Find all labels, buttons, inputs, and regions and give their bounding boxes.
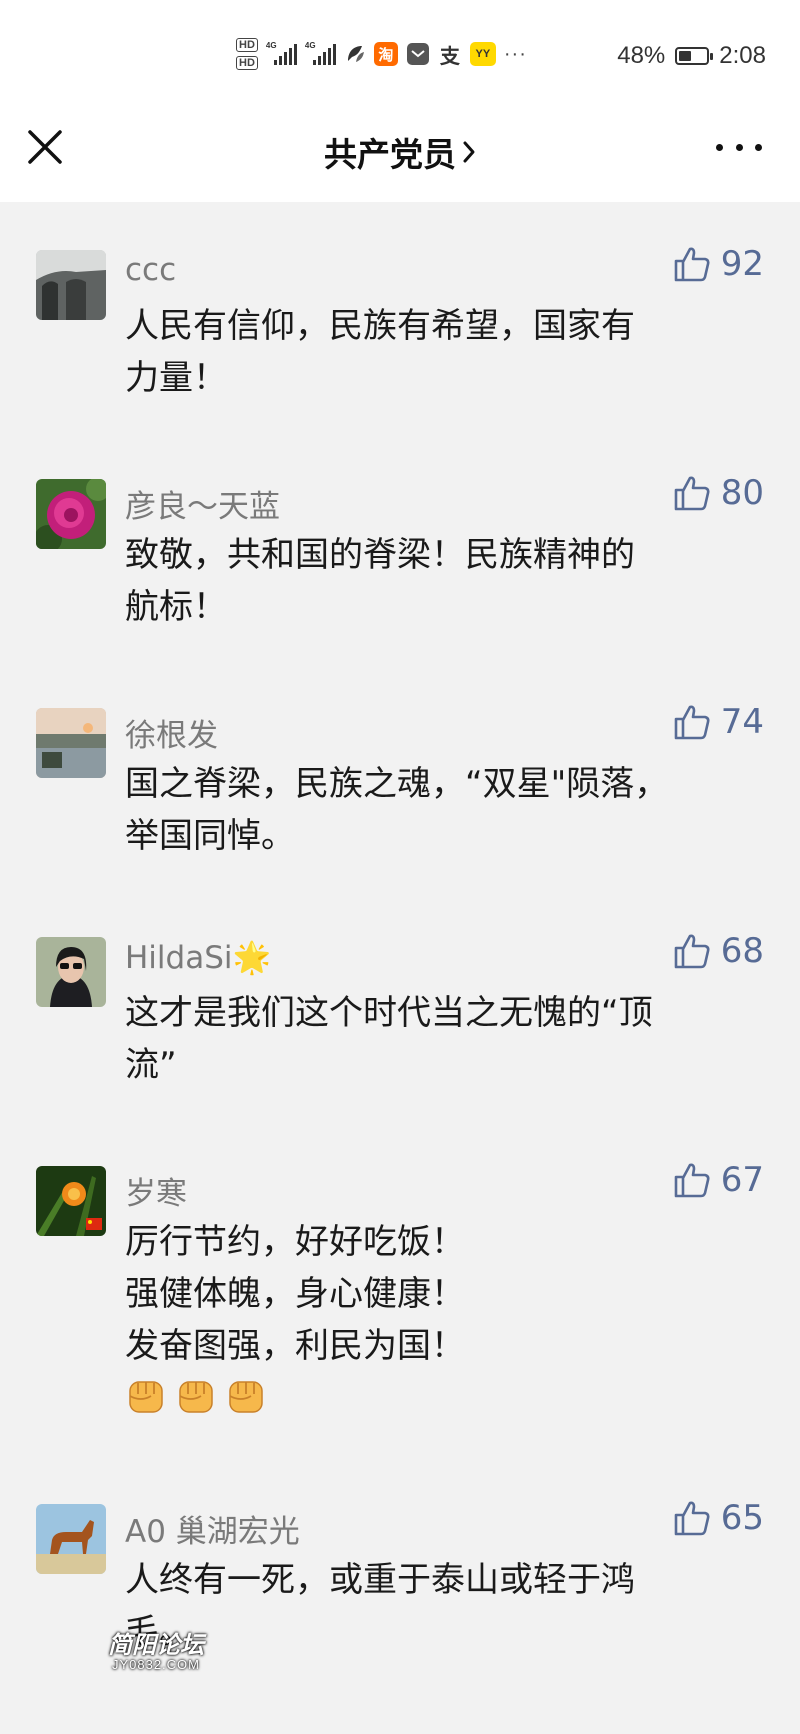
comment-line: 举国同悼。 [125,816,295,856]
page-title: 共产党员 [324,135,456,174]
like-button[interactable]: 92 [673,244,764,284]
comment-nickname: 彦良～天蓝 [125,489,280,525]
hd-indicator: HD HD [236,38,258,70]
battery-fill [679,51,692,61]
signal-net-label-2: 4G [304,41,316,50]
avatar[interactable] [36,1166,106,1236]
comment-line: 厉行节约，好好吃饭！ [125,1222,465,1262]
signal-icon: 4G [265,41,297,65]
like-button[interactable]: 65 [673,1498,764,1538]
nickname-text: HildaSi [125,940,233,976]
comment-nickname: 徐根发 [125,718,218,754]
more-menu-button[interactable] [716,140,762,154]
comment-text: 国之脊梁，民族之魂，“双星"陨落， 举国同悼。 [125,758,755,862]
mail-app-icon [406,43,429,65]
avatar[interactable] [36,479,106,549]
like-button[interactable]: 68 [673,931,764,971]
comment-text: 厉行节约，好好吃饭！ 强健体魄，身心健康！ 发奋图强，利民为国！ [125,1216,755,1416]
thumb-up-icon [674,1163,710,1198]
comment-line: 流” [125,1045,177,1085]
taobao-icon: 淘 [373,42,398,66]
comment-line: 致敬，共和国的脊梁！民族精神的 [125,535,635,575]
comment-nickname: 岁寒 [125,1176,187,1212]
raised-fist-emoji [129,1381,163,1413]
status-right: 48% 2:08 [617,42,766,70]
comment-nickname: HildaSi🌟 [125,939,271,976]
raised-fist-emoji [179,1381,213,1413]
avatar[interactable] [36,708,106,778]
status-icons: HD HD 4G 4G 淘 支 YY ··· [236,38,527,70]
raised-fist-emoji [229,1381,263,1413]
comment-text: 这才是我们这个时代当之无愧的“顶 流” [125,987,755,1091]
clock: 2:08 [719,42,766,69]
like-count: 74 [720,702,764,742]
page-title-link[interactable]: 共产党员 [0,128,800,176]
status-bar: HD HD 4G 4G 淘 支 YY ··· 48% 2:08 [0,30,800,86]
avatar[interactable] [36,1504,106,1574]
hd-top-label: HD [236,38,258,52]
thumb-up-icon [674,247,710,282]
emoji-row [125,1376,755,1416]
like-count: 67 [720,1160,764,1200]
comment-line: 人民有信仰，民族有希望，国家有 [125,306,635,346]
comment-line: 强健体魄，身心健康！ [125,1274,465,1314]
signal-icon-2: 4G [304,41,336,65]
page-header: 共产党员 [0,110,800,190]
avatar[interactable] [36,937,106,1007]
alipay-icon: 支 [439,45,460,68]
like-count: 80 [720,473,764,513]
comment-line: 国之脊梁，民族之魂，“双星"陨落， [125,764,669,804]
watermark-title: 简阳论坛 [108,1631,204,1659]
comment-line: 发奋图强，利民为国！ [125,1326,465,1366]
signal-net-label: 4G [265,41,277,50]
chevron-right-icon [463,141,475,163]
thumb-up-icon [674,1501,710,1536]
comment-nickname: ccc [125,252,177,288]
comment-line: 毛。 [125,1612,193,1652]
comment-line: 航标！ [125,587,227,627]
like-button[interactable]: 74 [673,702,764,742]
like-button[interactable]: 80 [673,473,764,513]
like-button[interactable]: 67 [673,1160,764,1200]
comment-line: 力量！ [125,358,227,398]
comment-text: 人终有一死，或重于泰山或轻于鸿 毛。 [125,1554,755,1658]
comment-line: 人终有一死，或重于泰山或轻于鸿 [125,1560,635,1600]
thumb-up-icon [674,476,710,511]
comment-nickname: A0 巢湖宏光 [125,1514,300,1550]
forum-watermark: 简阳论坛 JY0832.COM [108,1632,204,1673]
like-count: 92 [720,244,764,284]
star-emoji: 🌟 [232,940,272,976]
thumb-up-icon [674,934,710,969]
hd-bottom-label: HD [236,56,258,70]
more-notifications-icon: ··· [503,42,527,65]
watermark-url: JY0832.COM [111,1657,201,1673]
battery-icon [675,47,714,65]
like-count: 68 [720,931,764,971]
wechat-moment-icon [347,46,364,62]
comment-text: 人民有信仰，民族有希望，国家有 力量！ [125,300,755,404]
like-count: 65 [720,1498,764,1538]
comment-text: 致敬，共和国的脊梁！民族精神的 航标！ [125,529,755,633]
yy-icon: YY [469,42,496,66]
thumb-up-icon [674,705,710,740]
battery-percent: 48% [617,42,666,69]
avatar[interactable] [36,250,106,320]
comment-line: 这才是我们这个时代当之无愧的“顶 [125,993,653,1033]
